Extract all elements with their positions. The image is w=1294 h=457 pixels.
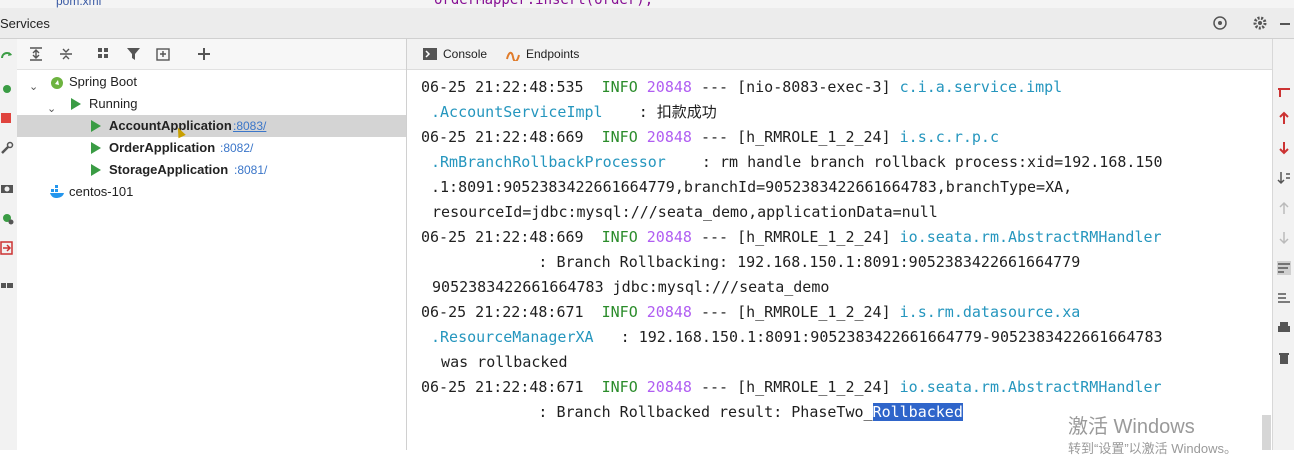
- docker-label: centos-101: [69, 184, 134, 199]
- tree-item-storage-application[interactable]: StorageApplication :8081/: [17, 159, 406, 181]
- editor-tab-pom[interactable]: pom.xml: [56, 0, 101, 8]
- app-name: AccountApplication: [109, 118, 232, 133]
- log-line: 06-25 21:22:48:671 INFO 20848 --- [h_RMR…: [421, 378, 1162, 396]
- log-line: : Branch Rollbacking: 192.168.150.1:8091…: [421, 253, 1081, 271]
- minimize-icon[interactable]: [1278, 15, 1294, 31]
- gear-icon[interactable]: [1252, 15, 1268, 31]
- crosshair-icon[interactable]: [1212, 15, 1228, 31]
- log-line: .ResourceManagerXA : 192.168.150.1:8091:…: [431, 328, 1163, 346]
- add-icon[interactable]: [195, 45, 213, 63]
- docker-icon: [50, 185, 64, 198]
- debug-icon[interactable]: [0, 81, 14, 95]
- app-port-link[interactable]: :8081/: [234, 159, 267, 181]
- console-scrollbar[interactable]: [1262, 415, 1271, 450]
- services-tree-panel: ⌄ Spring Boot ⌄ Running AccountApplicati…: [17, 39, 407, 450]
- app-name: OrderApplication: [109, 140, 216, 155]
- print-icon[interactable]: [1277, 321, 1291, 335]
- wrench-icon[interactable]: [0, 141, 14, 155]
- tree-node-spring-boot[interactable]: ⌄ Spring Boot: [17, 71, 406, 93]
- services-header: Services: [0, 8, 1294, 39]
- stop-icon[interactable]: [0, 111, 14, 125]
- app-port-link[interactable]: :8083/: [233, 115, 266, 137]
- console-panel: Console Endpoints 06-25 21:22:48:535 INF…: [407, 39, 1272, 450]
- spring-boot-label: Spring Boot: [69, 74, 137, 89]
- collapse-all-icon[interactable]: [57, 45, 75, 63]
- tree-node-docker[interactable]: centos-101: [17, 181, 406, 203]
- running-label: Running: [89, 96, 138, 111]
- up-icon[interactable]: [1277, 201, 1291, 215]
- filter-icon[interactable]: [125, 45, 143, 63]
- console-icon: [423, 48, 437, 60]
- rerun-icon[interactable]: [0, 51, 14, 65]
- log-line: .1:8091:9052383422661664779,branchId=905…: [431, 178, 1073, 196]
- tree-node-running[interactable]: ⌄ Running: [17, 93, 406, 115]
- tree-toolbar: [17, 39, 406, 70]
- windows-activation-watermark: 激活 Windows: [1068, 416, 1195, 438]
- run-icon: [91, 120, 101, 132]
- group-by-icon[interactable]: [95, 45, 113, 63]
- tree-item-account-application[interactable]: AccountApplication :8083/: [17, 115, 406, 137]
- log-line: .RmBranchRollbackProcessor : rm handle b…: [431, 153, 1163, 171]
- text-selection: Rollbacked: [872, 403, 963, 421]
- log-line: 9052383422661664783 jdbc:mysql:///seata_…: [423, 278, 830, 296]
- app-name: StorageApplication: [109, 162, 229, 177]
- log-line: 06-25 21:22:48:535 INFO 20848 --- [nio-8…: [421, 78, 1063, 96]
- app-port-link[interactable]: :8082/: [220, 137, 253, 159]
- console-right-toolbar: [1272, 39, 1294, 450]
- run-icon: [91, 164, 101, 176]
- log-line: .AccountServiceImpl : 扣款成功: [431, 103, 717, 121]
- log-line: 06-25 21:22:48:671 INFO 20848 --- [h_RMR…: [421, 303, 1081, 321]
- login-icon[interactable]: [0, 241, 14, 255]
- tab-endpoints[interactable]: Endpoints: [526, 47, 579, 61]
- debug-settings-icon[interactable]: [0, 211, 14, 225]
- sort-down-icon[interactable]: [1277, 171, 1291, 185]
- run-icon: [91, 142, 101, 154]
- tree-item-order-application[interactable]: OrderApplication :8082/: [17, 137, 406, 159]
- layout-icon[interactable]: [0, 279, 14, 293]
- log-line: was rollbacked: [423, 353, 568, 371]
- left-action-bar: [0, 39, 18, 450]
- log-line: resourceId=jdbc:mysql:///seata_demo,appl…: [423, 203, 938, 221]
- arrow-down-icon[interactable]: [1277, 141, 1291, 155]
- down-icon[interactable]: [1277, 231, 1291, 245]
- log-line: 06-25 21:22:48:669 INFO 20848 --- [h_RMR…: [421, 128, 999, 146]
- soft-wrap-icon[interactable]: [1277, 261, 1291, 275]
- log-line: 06-25 21:22:48:669 INFO 20848 --- [h_RMR…: [421, 228, 1162, 246]
- editor-code-fragment: orderMapper.insert(order);: [434, 0, 654, 8]
- services-title: Services: [0, 16, 50, 31]
- trash-icon[interactable]: [1277, 351, 1291, 365]
- tab-console[interactable]: Console: [443, 47, 487, 61]
- arrow-up-icon[interactable]: [1277, 111, 1291, 125]
- endpoints-icon: [506, 51, 520, 61]
- run-icon: [71, 98, 81, 110]
- scroll-to-top-icon[interactable]: [1277, 85, 1291, 99]
- new-tab-icon[interactable]: [155, 45, 173, 63]
- camera-icon[interactable]: [0, 181, 14, 195]
- spring-boot-icon: [51, 77, 63, 89]
- console-tabs: Console Endpoints: [407, 39, 1272, 70]
- log-line: : Branch Rollbacked result: PhaseTwo_Rol…: [421, 403, 963, 421]
- scroll-to-end-icon[interactable]: [1277, 291, 1291, 305]
- expand-all-icon[interactable]: [27, 45, 45, 63]
- windows-activation-hint: 转到“设置”以激活 Windows。: [1068, 441, 1238, 456]
